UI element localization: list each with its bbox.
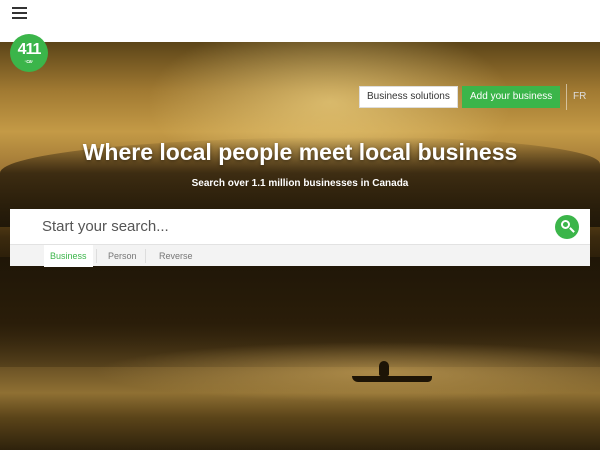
- tab-reverse[interactable]: Reverse: [153, 245, 199, 267]
- tab-divider: [96, 249, 97, 263]
- search-button[interactable]: [555, 215, 579, 239]
- logo-subtext: ·ca·: [24, 59, 34, 65]
- hamburger-menu-icon[interactable]: [12, 6, 28, 20]
- language-toggle[interactable]: FR: [566, 84, 586, 110]
- logo[interactable]: 411 ·ca·: [10, 34, 48, 72]
- hero-boat: [352, 361, 432, 385]
- tab-person[interactable]: Person: [102, 245, 143, 267]
- top-bar: [0, 0, 600, 42]
- search-type-tabs: Business Person Reverse: [10, 244, 590, 267]
- add-business-button[interactable]: Add your business: [462, 86, 561, 108]
- page-subtitle: Search over 1.1 million businesses in Ca…: [191, 178, 409, 189]
- search-input[interactable]: [10, 209, 590, 244]
- tab-divider: [145, 249, 146, 263]
- logo-text: 411: [17, 41, 42, 58]
- search-panel: Business Person Reverse: [10, 209, 590, 267]
- page-title: Where local people meet local business: [82, 139, 518, 165]
- hero-mist: [0, 342, 600, 402]
- tab-business[interactable]: Business: [44, 245, 93, 267]
- business-solutions-button[interactable]: Business solutions: [359, 86, 458, 108]
